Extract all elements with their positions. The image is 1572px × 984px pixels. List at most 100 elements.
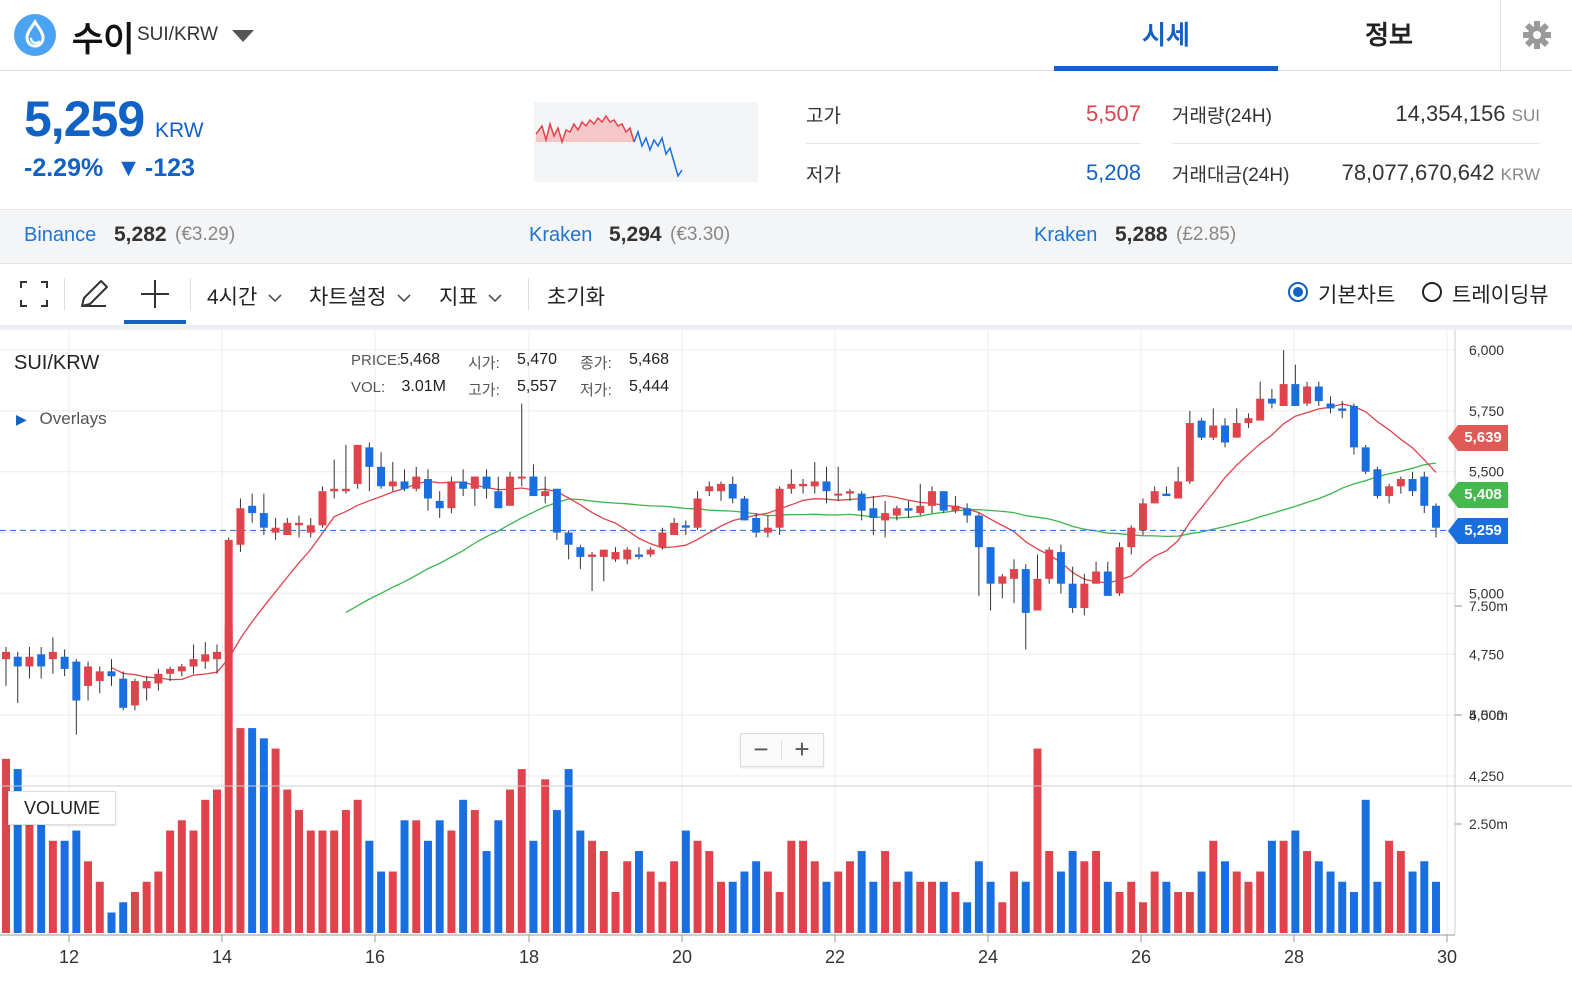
chart-settings-dropdown[interactable]: 차트설정 <box>309 281 412 311</box>
exchange-name[interactable]: Binance <box>24 224 96 247</box>
candle-body <box>693 498 702 528</box>
candle <box>388 461 397 492</box>
candle <box>740 496 749 521</box>
candle <box>423 469 432 511</box>
axes: 4,2504,5004,7505,0005,2505,5005,7506,000… <box>0 330 1572 967</box>
candle <box>201 642 210 669</box>
overlays-toggle[interactable]: ▶ Overlays <box>16 409 107 429</box>
moving-averages <box>0 403 1455 681</box>
candle-body <box>506 476 515 506</box>
candle <box>60 649 69 677</box>
divider <box>190 278 191 310</box>
settings-button[interactable] <box>1501 0 1572 70</box>
tradingview-label[interactable]: 트레이딩뷰 <box>1452 279 1549 309</box>
candle-body <box>318 491 327 526</box>
volume-bar <box>845 861 854 933</box>
tab-price[interactable]: 시세 <box>1054 0 1278 70</box>
candle <box>904 500 913 518</box>
candle <box>670 517 679 536</box>
volume-bar <box>306 830 315 933</box>
indicators-dropdown[interactable]: 지표 <box>439 281 503 311</box>
candle-body <box>13 656 22 667</box>
candle-body <box>212 651 221 660</box>
candle-body <box>1174 481 1183 499</box>
candle-body <box>60 656 69 669</box>
candle <box>236 498 245 553</box>
volume-bar <box>1174 892 1183 933</box>
candle-body <box>904 508 913 511</box>
candle <box>494 476 503 509</box>
candle <box>248 493 257 523</box>
candle <box>1314 381 1323 406</box>
draw-button[interactable] <box>74 276 114 312</box>
x-tick-label: 30 <box>1437 947 1457 967</box>
exchange-price: 5,288 <box>1115 223 1168 246</box>
candle-body <box>248 505 257 514</box>
candle-body <box>705 486 714 492</box>
candle <box>459 469 468 497</box>
volume-bar <box>693 840 702 933</box>
turnover-label: 거래대금(24H) <box>1172 165 1290 186</box>
candle <box>611 547 620 562</box>
candle <box>1138 498 1147 536</box>
volume-bar <box>904 871 913 933</box>
volume-bar <box>388 871 397 933</box>
volume-bar <box>951 892 960 933</box>
candle-body <box>377 466 386 487</box>
candle-body <box>259 513 268 528</box>
interval-dropdown[interactable]: 4시간 <box>207 281 283 311</box>
tab-info[interactable]: 정보 <box>1278 0 1500 70</box>
candle <box>1232 408 1241 438</box>
basic-chart-label[interactable]: 기본차트 <box>1318 279 1395 309</box>
caret-down-icon[interactable] <box>232 30 254 42</box>
volume-bar <box>1385 840 1394 933</box>
candle-body <box>845 491 854 494</box>
candle-body <box>1138 503 1147 531</box>
candle-body <box>951 505 960 511</box>
volume-bar <box>881 851 890 933</box>
candle <box>646 547 655 557</box>
candle <box>634 547 643 560</box>
candle <box>1291 364 1300 406</box>
volume-bar <box>599 851 608 933</box>
y-tick-label: 5,750 <box>1469 403 1504 419</box>
candle <box>271 517 280 540</box>
tradingview-radio[interactable] <box>1422 282 1442 302</box>
basic-chart-radio[interactable] <box>1288 282 1308 302</box>
volume-bar <box>892 881 901 933</box>
chart-pair-label: SUI/KRW <box>14 352 100 374</box>
candle-body <box>564 532 573 545</box>
candle <box>1408 471 1417 497</box>
exchange-name[interactable]: Kraken <box>1034 224 1097 247</box>
candlestick-chart[interactable]: 4,2504,5004,7505,0005,2505,5005,7506,000… <box>0 330 1572 984</box>
volume-bar <box>1338 881 1347 933</box>
candle-body <box>271 527 280 533</box>
candle-body <box>1103 571 1112 596</box>
candle-body <box>1150 491 1159 504</box>
volume-bar <box>283 789 292 933</box>
fullscreen-button[interactable] <box>14 276 54 312</box>
candle-body <box>611 552 620 560</box>
volume-bar <box>857 851 866 933</box>
reset-button[interactable]: 초기화 <box>547 281 605 311</box>
candle <box>37 646 46 679</box>
zoom-out-button[interactable]: − <box>741 734 781 766</box>
candle-body <box>177 666 186 672</box>
candle-body <box>72 661 81 701</box>
candle-body <box>857 493 866 511</box>
volume-bar <box>248 728 257 933</box>
crosshair-button[interactable] <box>134 276 176 312</box>
candle <box>341 444 350 494</box>
volume-bar <box>84 861 93 933</box>
candle-body <box>37 654 46 667</box>
ohlc-open-label: 시가: <box>468 355 500 372</box>
volume-bar <box>705 851 714 933</box>
candle <box>377 452 386 489</box>
candle-body <box>1232 423 1241 438</box>
zoom-in-button[interactable]: + <box>782 734 822 766</box>
candle-body <box>412 476 421 489</box>
candle-body <box>283 522 292 536</box>
volume-bar <box>810 861 819 933</box>
volume-bar <box>1232 871 1241 933</box>
exchange-name[interactable]: Kraken <box>529 224 592 247</box>
